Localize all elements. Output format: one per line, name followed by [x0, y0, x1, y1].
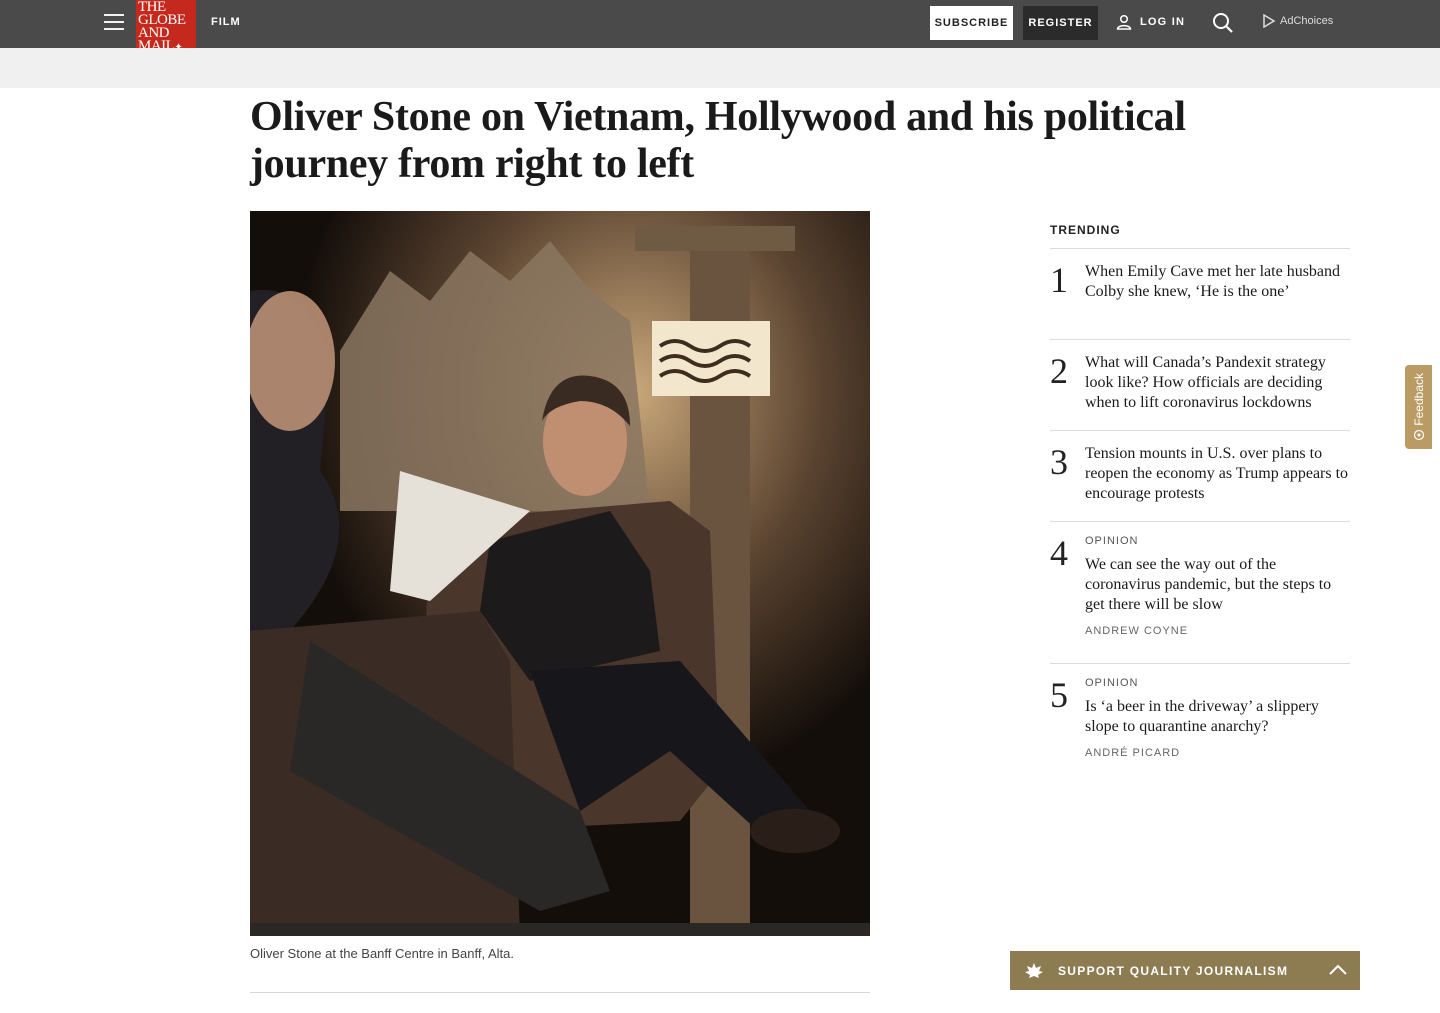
- trending-headline-link[interactable]: Tension mounts in U.S. over plans to reo…: [1085, 444, 1350, 504]
- top-navigation-bar: THE GLOBE AND MAIL✦ FILM SUBSCRIBE REGIS…: [0, 0, 1440, 58]
- trending-rule: [1050, 430, 1350, 431]
- adchoices-icon: [1263, 14, 1276, 28]
- adchoices-label: AdChoices: [1280, 15, 1334, 27]
- trending-headline-link[interactable]: Is ‘a beer in the driveway’ a slippery s…: [1085, 697, 1350, 737]
- support-journalism-bar[interactable]: SUPPORT QUALITY JOURNALISM: [1010, 951, 1360, 990]
- trending-number: 5: [1050, 675, 1068, 715]
- feedback-tab[interactable]: Feedback: [1405, 365, 1432, 449]
- trending-rule: [1050, 248, 1350, 249]
- trending-headline-link[interactable]: We can see the way out of the coronaviru…: [1085, 555, 1350, 615]
- content-divider: [250, 992, 870, 993]
- trending-rule: [1050, 663, 1350, 664]
- trending-rule: [1050, 521, 1350, 522]
- article-headline: Oliver Stone on Vietnam, Hollywood and h…: [250, 94, 1186, 187]
- hamburger-menu-icon[interactable]: [104, 14, 124, 32]
- opinion-label: OPINION: [1085, 535, 1139, 547]
- feedback-icon: [1413, 430, 1424, 441]
- trending-number: 1: [1050, 260, 1068, 300]
- article-photo[interactable]: [250, 211, 870, 936]
- trending-number: 4: [1050, 533, 1068, 573]
- ad-banner-space: [0, 48, 1440, 88]
- trending-headline-link[interactable]: When Emily Cave met her late husband Col…: [1085, 262, 1350, 302]
- trending-headline-link[interactable]: What will Canada’s Pandexit strategy loo…: [1085, 353, 1350, 413]
- chevron-up-icon[interactable]: [1328, 961, 1348, 979]
- adchoices-link[interactable]: AdChoices: [1262, 14, 1333, 28]
- search-icon[interactable]: [1212, 12, 1234, 34]
- subscribe-button[interactable]: SUBSCRIBE: [930, 6, 1013, 40]
- trending-number: 3: [1050, 442, 1068, 482]
- trending-number: 2: [1050, 351, 1068, 391]
- feedback-label: Feedback: [1411, 372, 1426, 426]
- login-label: LOG IN: [1140, 16, 1186, 28]
- section-link-film[interactable]: FILM: [211, 16, 241, 28]
- trending-rule: [1050, 339, 1350, 340]
- maple-leaf-icon: [1025, 962, 1043, 978]
- user-icon: [1116, 14, 1132, 30]
- photo-caption: Oliver Stone at the Banff Centre in Banf…: [250, 946, 515, 961]
- register-button[interactable]: REGISTER: [1023, 6, 1098, 40]
- author-name[interactable]: ANDRÉ PICARD: [1085, 747, 1350, 759]
- opinion-label: OPINION: [1085, 677, 1139, 689]
- login-link[interactable]: LOG IN: [1116, 14, 1185, 30]
- trending-heading: TRENDING: [1050, 223, 1121, 237]
- support-label: SUPPORT QUALITY JOURNALISM: [1058, 963, 1289, 978]
- author-name[interactable]: ANDREW COYNE: [1085, 625, 1350, 637]
